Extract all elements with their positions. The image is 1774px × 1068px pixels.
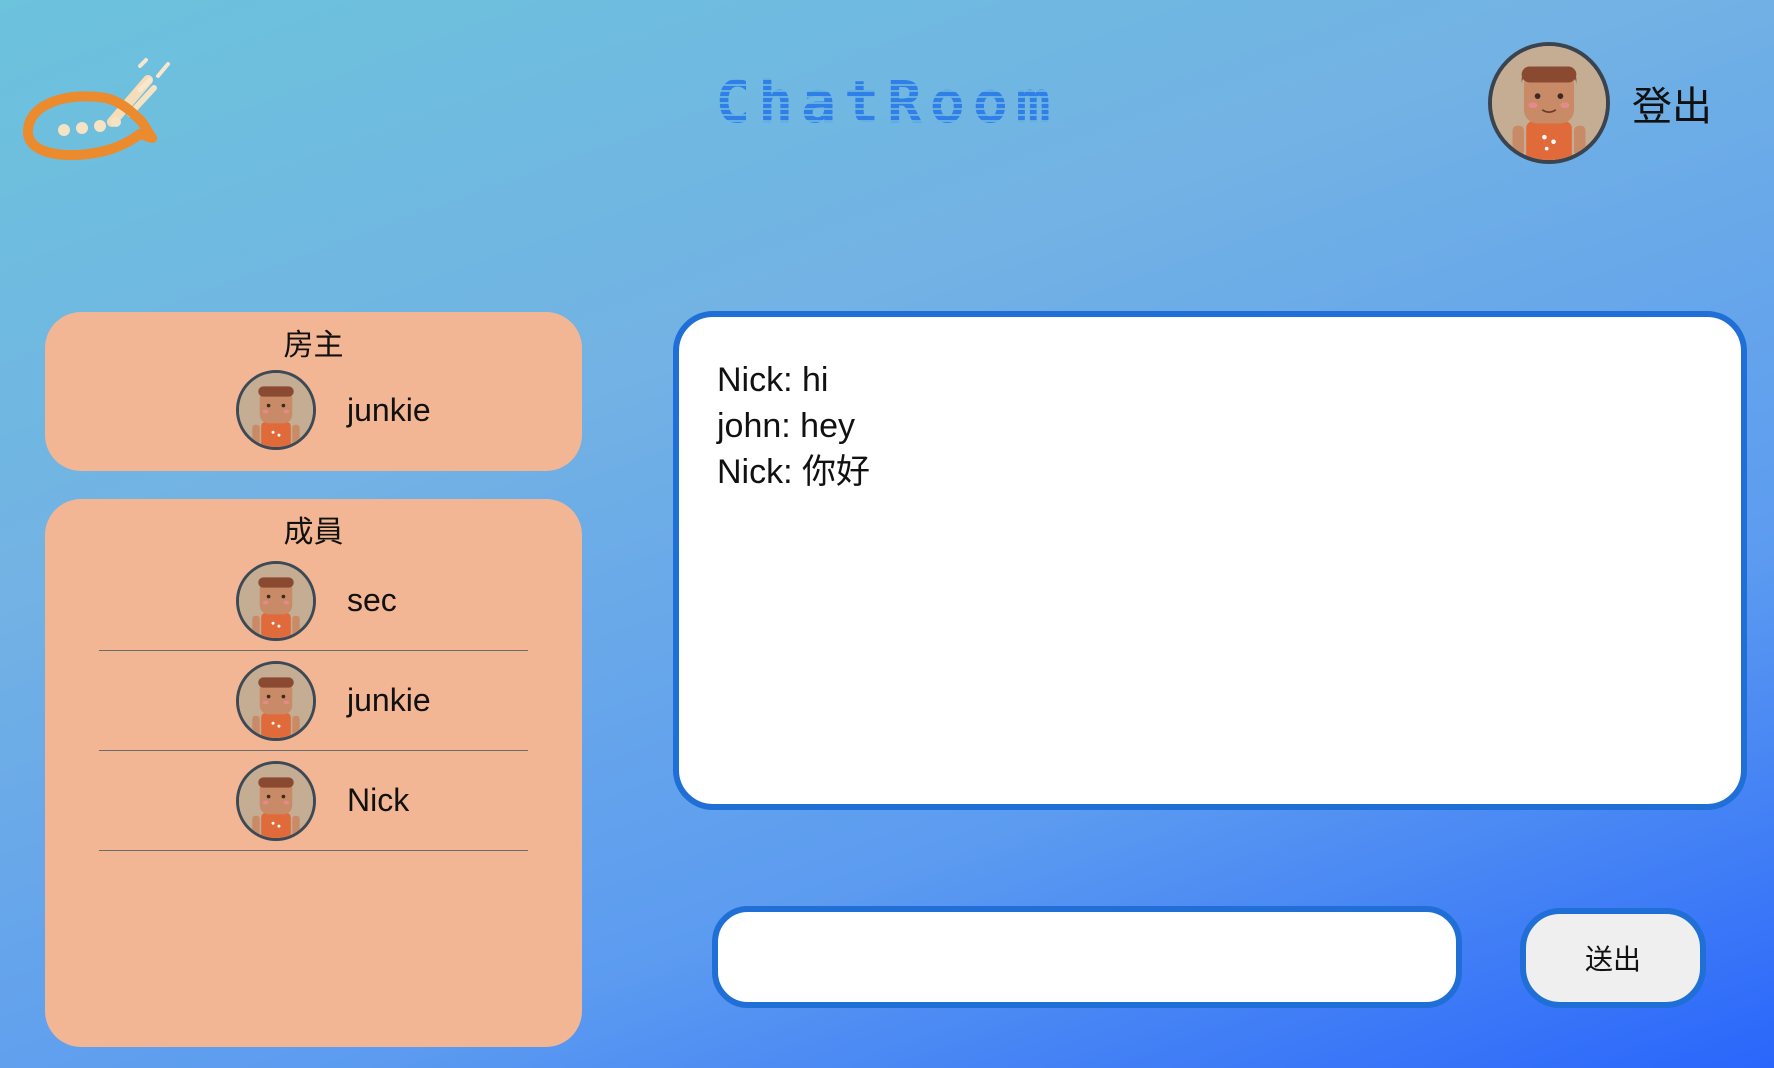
app-title: ChatRoom — [677, 68, 1097, 136]
member-item[interactable]: Nick — [99, 751, 528, 851]
boy-avatar-icon — [236, 560, 316, 641]
chat-message: john: hey — [717, 407, 855, 445]
owner-name: junkie — [347, 391, 431, 428]
member-item[interactable]: junkie — [99, 651, 528, 751]
chat-messages-box[interactable]: Nick: hi john: hey Nick: 你好 — [673, 311, 1747, 810]
member-name: sec — [347, 582, 397, 618]
logout-button[interactable]: 登出 — [1632, 74, 1712, 132]
member-name: junkie — [347, 682, 431, 718]
member-name: Nick — [347, 782, 410, 818]
boy-avatar-icon — [236, 370, 316, 450]
chat-message: Nick: hi — [717, 361, 829, 399]
owner-panel-title: 房主 — [283, 328, 344, 363]
member-item[interactable]: sec — [99, 551, 528, 651]
members-panel: 成員 sec junkie Nick — [45, 499, 582, 1047]
send-button[interactable]: 送出 — [1520, 908, 1706, 1008]
boy-avatar-icon — [236, 760, 316, 841]
chat-message: Nick: 你好 — [717, 453, 870, 491]
members-panel-title: 成員 — [283, 515, 344, 550]
boy-avatar-icon — [236, 660, 316, 741]
chat-bubble-logo-icon[interactable] — [20, 40, 172, 172]
current-user-avatar-icon[interactable] — [1488, 42, 1610, 164]
owner-panel: 房主 junkie — [45, 312, 582, 471]
message-input[interactable] — [712, 906, 1462, 1008]
owner-item[interactable]: junkie — [99, 362, 528, 458]
user-area: 登出 — [1488, 42, 1712, 164]
